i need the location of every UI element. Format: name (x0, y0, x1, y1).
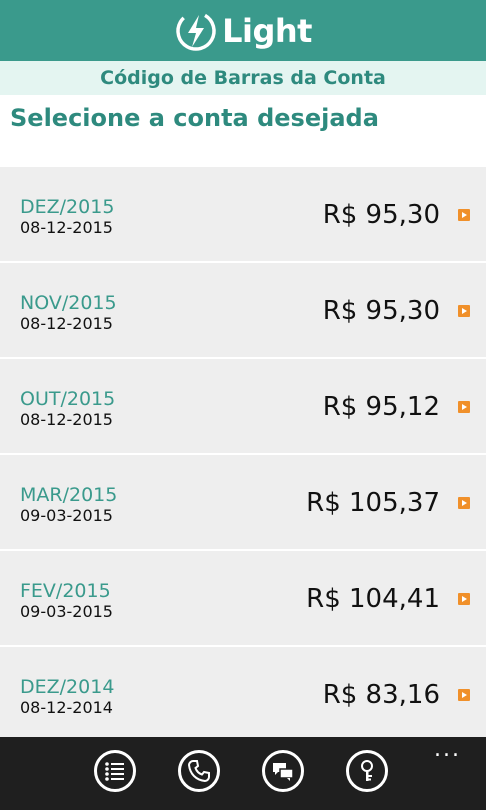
bill-value: R$ 95,12 (322, 392, 440, 422)
bill-value: R$ 95,30 (322, 200, 440, 230)
arrow-right-icon[interactable] (458, 401, 470, 413)
bill-row[interactable]: FEV/2015 09-03-2015 R$ 104,41 (0, 551, 486, 645)
app-name: Light (222, 11, 312, 50)
bill-row[interactable]: OUT/2015 08-12-2015 R$ 95,12 (0, 359, 486, 453)
bill-row[interactable]: DEZ/2015 08-12-2015 R$ 95,30 (0, 167, 486, 261)
bill-month: FEV/2015 (20, 580, 111, 602)
chat-icon (273, 763, 294, 781)
section-header: Código de Barras da Conta (0, 61, 486, 95)
arrow-right-icon[interactable] (458, 593, 470, 605)
bill-month: DEZ/2015 (20, 196, 115, 218)
bill-row[interactable]: NOV/2015 08-12-2015 R$ 95,30 (0, 263, 486, 357)
bill-row[interactable]: DEZ/2014 08-12-2014 R$ 83,16 (0, 647, 486, 737)
phone-button[interactable] (178, 750, 220, 792)
bill-value: R$ 83,16 (322, 680, 440, 710)
bill-value: R$ 105,37 (306, 488, 440, 518)
phone-icon (187, 760, 210, 783)
app-bar: ... (0, 737, 486, 810)
more-options-button[interactable]: ... (434, 737, 461, 762)
bill-list: DEZ/2015 08-12-2015 R$ 95,30 NOV/2015 08… (0, 167, 486, 737)
bill-date: 08-12-2015 (20, 218, 113, 237)
bill-value: R$ 95,30 (322, 296, 440, 326)
arrow-right-icon[interactable] (458, 305, 470, 317)
bill-date: 08-12-2015 (20, 410, 113, 429)
arrow-right-icon[interactable] (458, 497, 470, 509)
bill-month: DEZ/2014 (20, 676, 115, 698)
bill-month: NOV/2015 (20, 292, 117, 314)
light-logo: Light (174, 9, 312, 53)
chat-button[interactable] (262, 750, 304, 792)
bill-month: MAR/2015 (20, 484, 118, 506)
list-icon (105, 762, 124, 781)
arrow-right-icon[interactable] (458, 209, 470, 221)
app-header: Light (0, 0, 486, 61)
bill-date: 09-03-2015 (20, 506, 113, 525)
page-title: Selecione a conta desejada (10, 104, 379, 132)
bill-month: OUT/2015 (20, 388, 116, 410)
bill-date: 09-03-2015 (20, 602, 113, 621)
arrow-right-icon[interactable] (458, 689, 470, 701)
key-icon (361, 760, 373, 781)
bill-row[interactable]: MAR/2015 09-03-2015 R$ 105,37 (0, 455, 486, 549)
bill-value: R$ 104,41 (306, 584, 440, 614)
bill-date: 08-12-2014 (20, 698, 113, 717)
key-button[interactable] (346, 750, 388, 792)
lightning-icon (176, 10, 216, 51)
bill-date: 08-12-2015 (20, 314, 113, 333)
list-button[interactable] (94, 750, 136, 792)
